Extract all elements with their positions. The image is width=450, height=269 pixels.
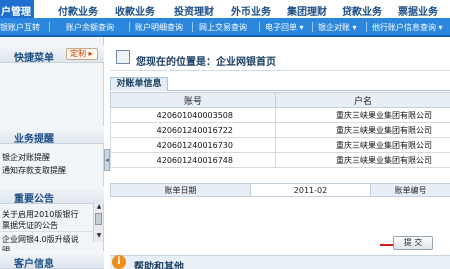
submit-button[interactable]: 提 交 [393,236,433,250]
scroll-down-icon[interactable]: ▼ [95,232,103,240]
account-name: 重庆三峡果业集团有限公司 [275,137,450,153]
customer-info-header: 客户信息 [0,251,104,269]
subnav-detail[interactable]: 账户明细查询 [135,22,183,33]
table-row[interactable]: 420601240016730 重庆三峡果业集团有限公司 [110,137,450,153]
account-table: 账号 户名 420601040003508 重庆三峡果业集团有限公司 42060… [110,92,450,168]
table-header-row: 账号 户名 [110,92,450,108]
nav-bills[interactable]: 票据业务 [398,3,438,18]
account-name: 重庆三峡果业集团有限公司 [275,107,450,123]
nav-payment[interactable]: 付款业务 [58,3,98,18]
subnav-balance[interactable]: 账户余额查询 [66,22,114,33]
nav-investment[interactable]: 投资理财 [174,3,214,18]
help-bar: i 帮助和其他 [110,255,450,269]
notice-link-upgrade[interactable]: 企业网银4.0版升级说 [2,234,79,245]
subnav-e-receipt[interactable]: 电子回单 ▾ [265,22,304,33]
notice-divider [0,231,104,232]
subnav-divider [129,22,130,32]
table-row[interactable]: 420601040003508 重庆三峡果业集团有限公司 [110,107,450,123]
account-name: 重庆三峡果业集团有限公司 [275,152,450,168]
notice-link-2010-voucher[interactable]: 关于启用2010版银行 [2,209,78,220]
account-number: 420601240016748 [110,152,276,168]
column-header-name: 户名 [275,92,450,108]
customize-button[interactable]: 定制 ▸ [66,48,98,60]
location-icon [116,50,130,64]
table-row[interactable]: 420601240016748 重庆三峡果业集团有限公司 [110,152,450,168]
subnav-divider [49,22,50,32]
subnav-divider [192,22,193,32]
notices-header: 重要公告 [0,186,104,205]
notices-scrollbar[interactable]: ▲ ▼ [93,202,103,242]
scroll-thumb[interactable] [95,213,102,225]
info-icon: i [112,255,126,269]
quick-menu-title: 快捷菜单 [14,53,54,64]
bill-info-row: 账单日期 2011-02 账单编号 [110,183,450,197]
account-number: 420601240016722 [110,122,276,138]
tab-strip: 对账单信息 [110,77,450,91]
nav-group-finance[interactable]: 集团理财 [287,3,327,18]
location-text: 您现在的位置是：企业网银首页 [136,57,276,68]
main-content: 您现在的位置是：企业网银首页 对账单信息 账号 户名 4206010400035… [110,37,450,269]
scroll-up-icon[interactable]: ▲ [95,203,103,211]
reminders-title: 业务提醒 [14,134,54,145]
notices-title: 重要公告 [14,194,54,205]
account-name: 重庆三峡果业集团有限公司 [275,122,450,138]
subnav-divider [259,22,260,32]
quick-menu-header: 快捷菜单 定制 ▸ [0,45,104,64]
subnav-divider [312,22,313,32]
reminders-header: 业务提醒 [0,126,104,145]
subnav-online-transactions[interactable]: 网上交易查询 [199,22,247,33]
column-header-account: 账号 [110,92,276,108]
bill-info-table: 账单日期 2011-02 账单编号 [110,183,450,197]
reminder-link-reconciliation[interactable]: 银企对账提醒 [2,152,50,163]
table-row[interactable]: 420601240016722 重庆三峡果业集团有限公司 [110,122,450,138]
notice-link-2010-voucher-cont[interactable]: 票据凭证的公告 [2,220,58,231]
tab-statement-info[interactable]: 对账单信息 [110,77,168,91]
sub-nav: 银账户互转 账户余额查询 账户明细查询 网上交易查询 电子回单 ▾ 银企对账 ▾… [0,18,450,37]
nav-foreign-currency[interactable]: 外币业务 [231,3,271,18]
subnav-reconciliation[interactable]: 银企对账 ▾ [318,22,357,33]
nav-account-management[interactable]: 户管理 [0,0,34,18]
account-number: 420601040003508 [110,107,276,123]
bill-number-label: 账单编号 [370,183,450,197]
account-number: 420601240016730 [110,137,276,153]
bill-date-label: 账单日期 [110,183,251,197]
nav-collection[interactable]: 收款业务 [115,3,155,18]
nav-loan[interactable]: 贷款业务 [342,3,382,18]
location-bar: 您现在的位置是：企业网银首页 [110,47,450,71]
top-nav: 户管理 付款业务 收款业务 投资理财 外币业务 集团理财 贷款业务 票据业务 [0,0,450,18]
customer-info-title: 客户信息 [14,259,54,269]
subnav-transfer[interactable]: 银账户互转 [0,22,40,33]
left-sidebar: 快捷菜单 定制 ▸ 业务提醒 银企对账提醒 通知存款支取提醒 重要公告 关于启用… [0,37,104,269]
reminder-link-notice-deposit[interactable]: 通知存款支取提醒 [2,165,66,176]
help-title: 帮助和其他 [134,262,184,269]
subnav-divider [366,22,367,32]
subnav-other-bank-query[interactable]: 他行账户信息查询 ▾ [372,22,443,33]
bill-date-value: 2011-02 [250,183,371,197]
